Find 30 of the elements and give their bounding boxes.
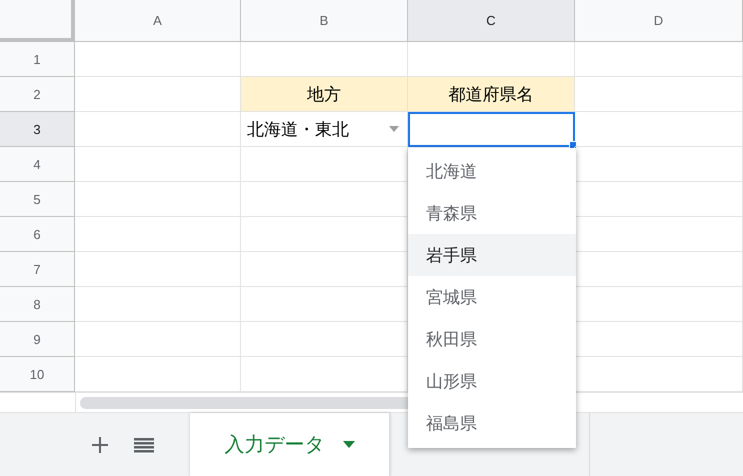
row-header[interactable]: 6 bbox=[0, 217, 75, 252]
row-header[interactable]: 10 bbox=[0, 357, 75, 392]
active-cell-input[interactable] bbox=[408, 112, 575, 147]
column-header[interactable]: D bbox=[575, 0, 743, 42]
row-header[interactable]: 1 bbox=[0, 42, 75, 77]
menu-icon[interactable] bbox=[134, 436, 154, 452]
menu-item[interactable]: 宮城県 bbox=[408, 276, 576, 318]
menu-item[interactable]: 秋田県 bbox=[408, 318, 576, 360]
column-header[interactable]: B bbox=[241, 0, 408, 42]
row-header[interactable]: 5 bbox=[0, 182, 75, 217]
row-header[interactable]: 2 bbox=[0, 77, 75, 112]
menu-item[interactable]: 岩手県 bbox=[408, 234, 576, 276]
menu-item[interactable]: 青森県 bbox=[408, 192, 576, 234]
row-header[interactable]: 9 bbox=[0, 322, 75, 357]
caret-icon[interactable] bbox=[342, 441, 354, 448]
table-cell: 地方 bbox=[241, 77, 408, 112]
menu-item[interactable]: 山形県 bbox=[408, 360, 576, 402]
row-header[interactable]: 3 bbox=[0, 112, 75, 147]
add-sheet-icon[interactable] bbox=[92, 436, 108, 452]
dropdown-arrow-icon[interactable] bbox=[389, 126, 399, 132]
cell-value: 北海道・東北 bbox=[247, 118, 349, 140]
sheet-tab[interactable]: 入力データ bbox=[190, 413, 390, 476]
column-header[interactable]: C bbox=[408, 0, 575, 42]
row-header[interactable]: 4 bbox=[0, 147, 75, 182]
column-header[interactable]: A bbox=[75, 0, 241, 42]
table-cell: 都道府県名 bbox=[408, 77, 575, 112]
menu-item[interactable]: 北海道 bbox=[408, 150, 576, 192]
row-header[interactable]: 8 bbox=[0, 287, 75, 322]
row-header[interactable]: 7 bbox=[0, 252, 75, 287]
menu-item[interactable]: 福島県 bbox=[408, 402, 576, 444]
